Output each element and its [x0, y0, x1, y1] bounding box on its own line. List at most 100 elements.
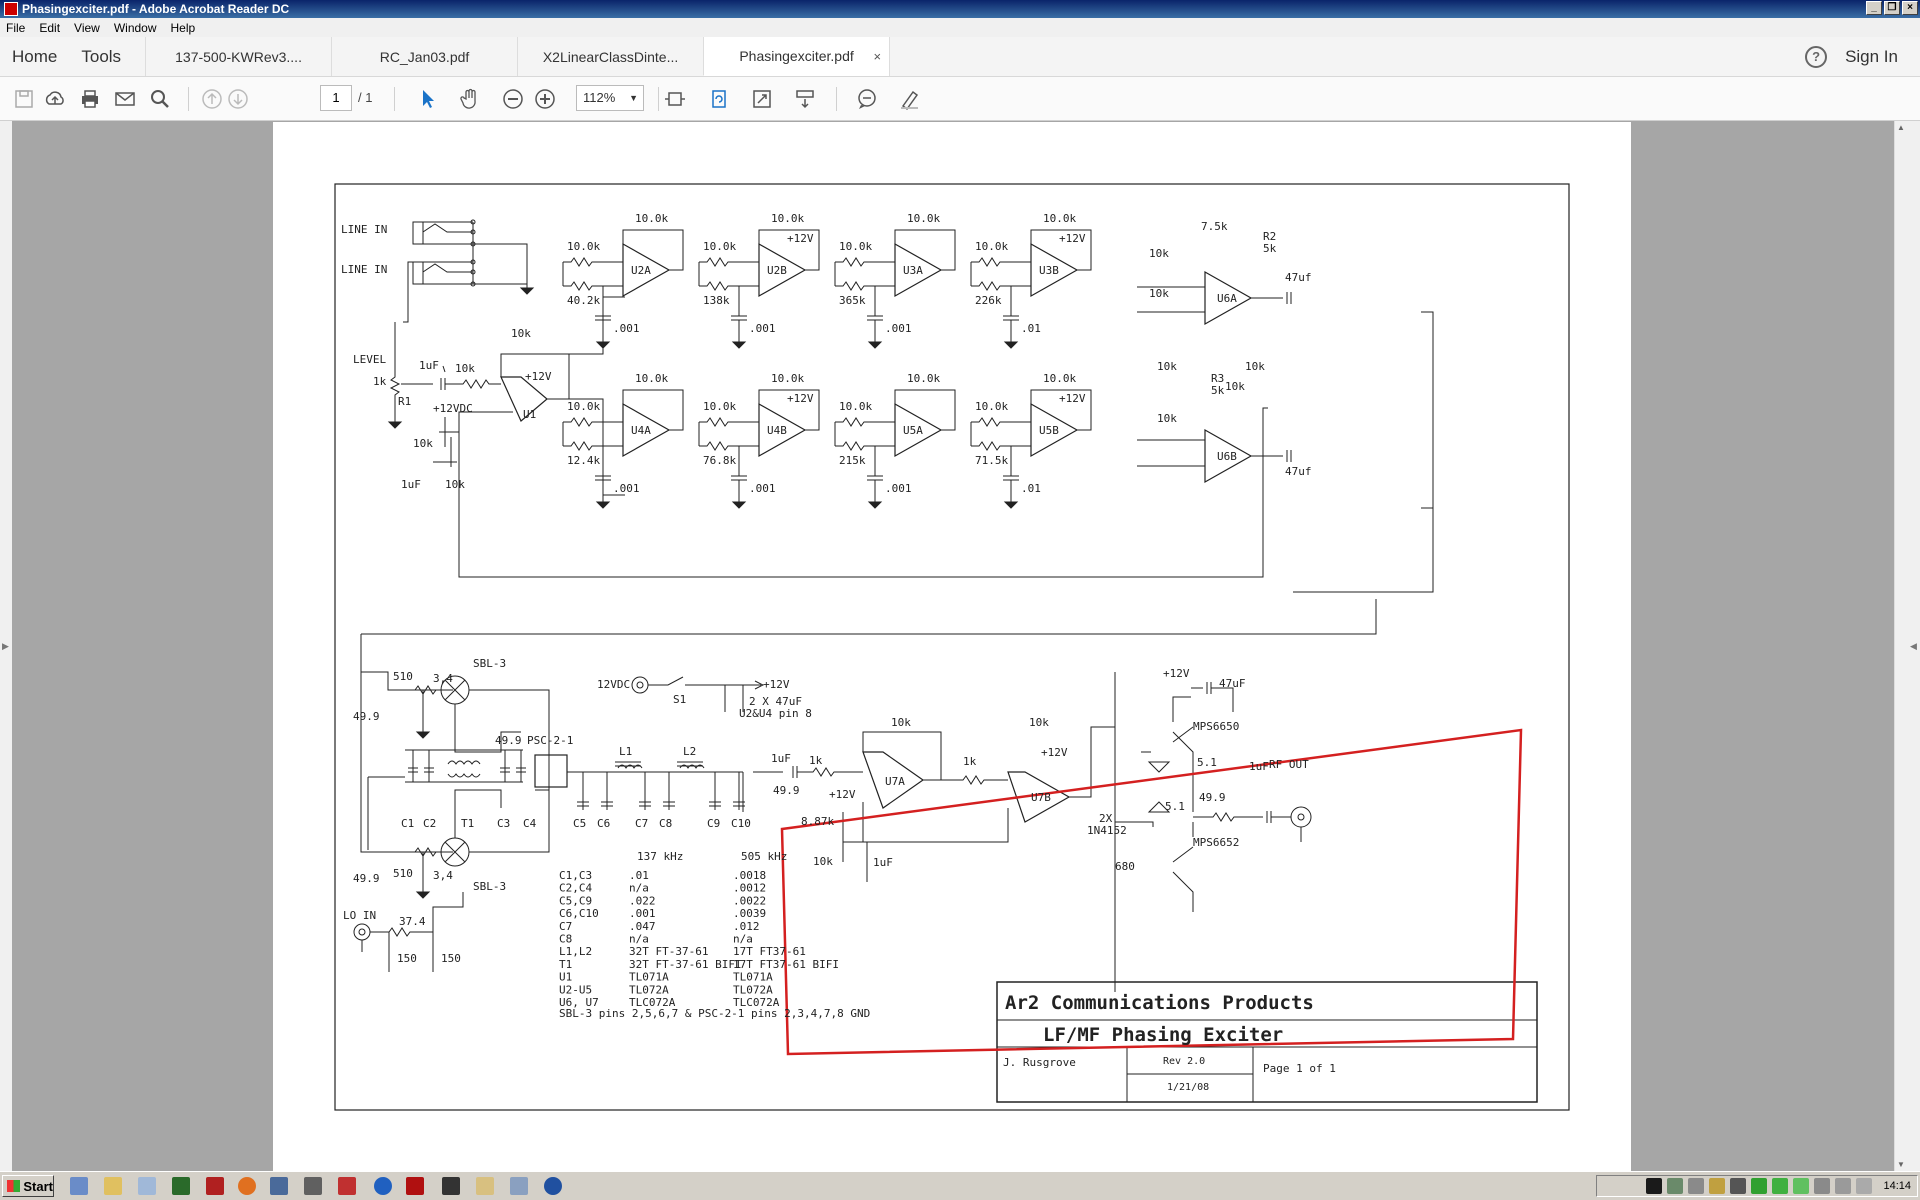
- tray-icon[interactable]: [1646, 1178, 1663, 1194]
- restore-button[interactable]: ❐: [1884, 1, 1900, 15]
- zoom-out-icon[interactable]: [499, 85, 527, 113]
- label-c3: C3: [497, 817, 510, 830]
- label-r-10k-u7a: 10k: [891, 716, 911, 729]
- zoom-in-icon[interactable]: [531, 85, 559, 113]
- quicklaunch-app-icon[interactable]: [270, 1177, 288, 1195]
- right-panel-toggle[interactable]: ◀: [1908, 121, 1920, 1171]
- tray-icon[interactable]: [1709, 1178, 1726, 1194]
- start-button[interactable]: Start: [2, 1175, 54, 1197]
- scroll-mode-icon[interactable]: [791, 85, 819, 113]
- label-r-49-9-top: 49.9: [353, 710, 380, 723]
- menu-bar: File Edit View Window Help: [0, 18, 1920, 37]
- upload-cloud-icon[interactable]: [41, 85, 69, 113]
- fit-page-icon[interactable]: [661, 85, 689, 113]
- table-cell: U1: [559, 971, 572, 984]
- nav-home[interactable]: Home: [0, 37, 69, 76]
- select-cursor-icon[interactable]: [414, 85, 442, 113]
- calculator-icon[interactable]: [442, 1177, 460, 1195]
- minimize-button[interactable]: _: [1866, 1, 1882, 15]
- print-icon[interactable]: [76, 85, 104, 113]
- table-cell: C5,C9: [559, 894, 592, 907]
- full-screen-icon[interactable]: [748, 85, 776, 113]
- email-icon[interactable]: [111, 85, 139, 113]
- table-cell: C6,C10: [559, 907, 599, 920]
- table-cell: C8: [559, 933, 572, 946]
- label-cap: .01: [1021, 322, 1041, 335]
- label-cap: .001: [885, 482, 912, 495]
- tray-icon[interactable]: [1814, 1178, 1831, 1194]
- highlight-pen-icon[interactable]: [896, 85, 924, 113]
- label-c-1uf-out: 1uF: [1249, 760, 1269, 773]
- tray-icon[interactable]: [1751, 1178, 1768, 1194]
- tray-icon[interactable]: [1835, 1178, 1852, 1194]
- tray-icon[interactable]: [1856, 1178, 1873, 1194]
- tray-icon[interactable]: [1667, 1178, 1684, 1194]
- label-r-10k-r3-left: 10k: [1157, 360, 1177, 373]
- label-c1: C1: [401, 817, 414, 830]
- rotate-page-icon[interactable]: [705, 85, 733, 113]
- label-l1: L1: [619, 745, 632, 758]
- tab-document-active[interactable]: Phasingexciter.pdf ×: [703, 37, 890, 76]
- globe-icon[interactable]: [374, 1177, 392, 1195]
- label-cap: .01: [1021, 482, 1041, 495]
- close-tab-icon[interactable]: ×: [873, 49, 881, 64]
- tab-label: Phasingexciter.pdf: [739, 48, 854, 64]
- table-cell: n/a: [629, 933, 649, 946]
- label-opamp-u5b: U5B: [1039, 424, 1059, 437]
- close-window-button[interactable]: ×: [1902, 1, 1918, 15]
- quicklaunch-app-icon[interactable]: [206, 1177, 224, 1195]
- menu-view[interactable]: View: [74, 21, 100, 35]
- tray-icon[interactable]: [1793, 1178, 1810, 1194]
- tab-document[interactable]: 137-500-KWRev3....: [145, 37, 331, 76]
- label-c8: C8: [659, 817, 672, 830]
- vertical-scrollbar[interactable]: ▲ ▼: [1894, 121, 1908, 1171]
- sign-in-link[interactable]: Sign In: [1845, 47, 1898, 67]
- quicklaunch-app-icon[interactable]: [172, 1177, 190, 1195]
- quicklaunch-app-icon[interactable]: [104, 1177, 122, 1195]
- page-number-input[interactable]: 1: [320, 85, 352, 111]
- tab-document[interactable]: X2LinearClassDinte...: [517, 37, 703, 76]
- quicklaunch-app-icon[interactable]: [304, 1177, 322, 1195]
- label-12v-rail: +12V: [763, 678, 790, 691]
- next-page-icon[interactable]: [224, 85, 252, 113]
- hand-tool-icon[interactable]: [456, 85, 484, 113]
- tab-document[interactable]: RC_Jan03.pdf: [331, 37, 517, 76]
- label-12v-u7b: +12V: [1041, 746, 1068, 759]
- tray-icon[interactable]: [1688, 1178, 1705, 1194]
- label-r-10k-fb: 10k: [511, 327, 531, 340]
- label-r-10-0k-in: 10.0k: [703, 400, 736, 413]
- label-cap: .001: [749, 322, 776, 335]
- comment-icon[interactable]: [853, 85, 881, 113]
- label-psc-2-1: PSC-2-1: [527, 734, 573, 747]
- label-r-49-9-mid: 49.9: [495, 734, 522, 747]
- quicklaunch-desktop-icon[interactable]: [70, 1177, 88, 1195]
- search-icon[interactable]: [146, 85, 174, 113]
- clock[interactable]: 14:14: [1883, 1180, 1911, 1192]
- menu-edit[interactable]: Edit: [39, 21, 60, 35]
- menu-window[interactable]: Window: [114, 21, 157, 35]
- save-icon[interactable]: [10, 85, 38, 113]
- label-pins-34-top: 3,4: [433, 672, 453, 685]
- menu-file[interactable]: File: [6, 21, 25, 35]
- toolbar: [0, 77, 1920, 121]
- quicklaunch-app-icon[interactable]: [510, 1177, 528, 1195]
- firefox-icon[interactable]: [238, 1177, 256, 1195]
- nav-tools[interactable]: Tools: [69, 37, 145, 76]
- zoom-select[interactable]: 112% ▼: [576, 85, 644, 111]
- volume-icon[interactable]: [1730, 1178, 1747, 1194]
- acrobat-taskbar-icon[interactable]: [406, 1177, 424, 1195]
- titleblock-title: LF/MF Phasing Exciter: [1043, 1024, 1283, 1046]
- label-r-ground: 71.5k: [975, 454, 1008, 467]
- help-icon[interactable]: ?: [1805, 45, 1828, 68]
- quicklaunch-app-icon[interactable]: [338, 1177, 356, 1195]
- tray-icon[interactable]: [1772, 1178, 1789, 1194]
- quicklaunch-app-icon[interactable]: [138, 1177, 156, 1195]
- label-u2u4-pin8: U2&U4 pin 8: [739, 707, 812, 720]
- folder-icon[interactable]: [476, 1177, 494, 1195]
- label-12v-u7a: +12V: [829, 788, 856, 801]
- left-panel-toggle[interactable]: ▶: [0, 121, 12, 1171]
- previous-page-icon[interactable]: [198, 85, 226, 113]
- quicklaunch-app-icon[interactable]: [544, 1177, 562, 1195]
- label-opamp-u2b: U2B: [767, 264, 787, 277]
- menu-help[interactable]: Help: [171, 21, 196, 35]
